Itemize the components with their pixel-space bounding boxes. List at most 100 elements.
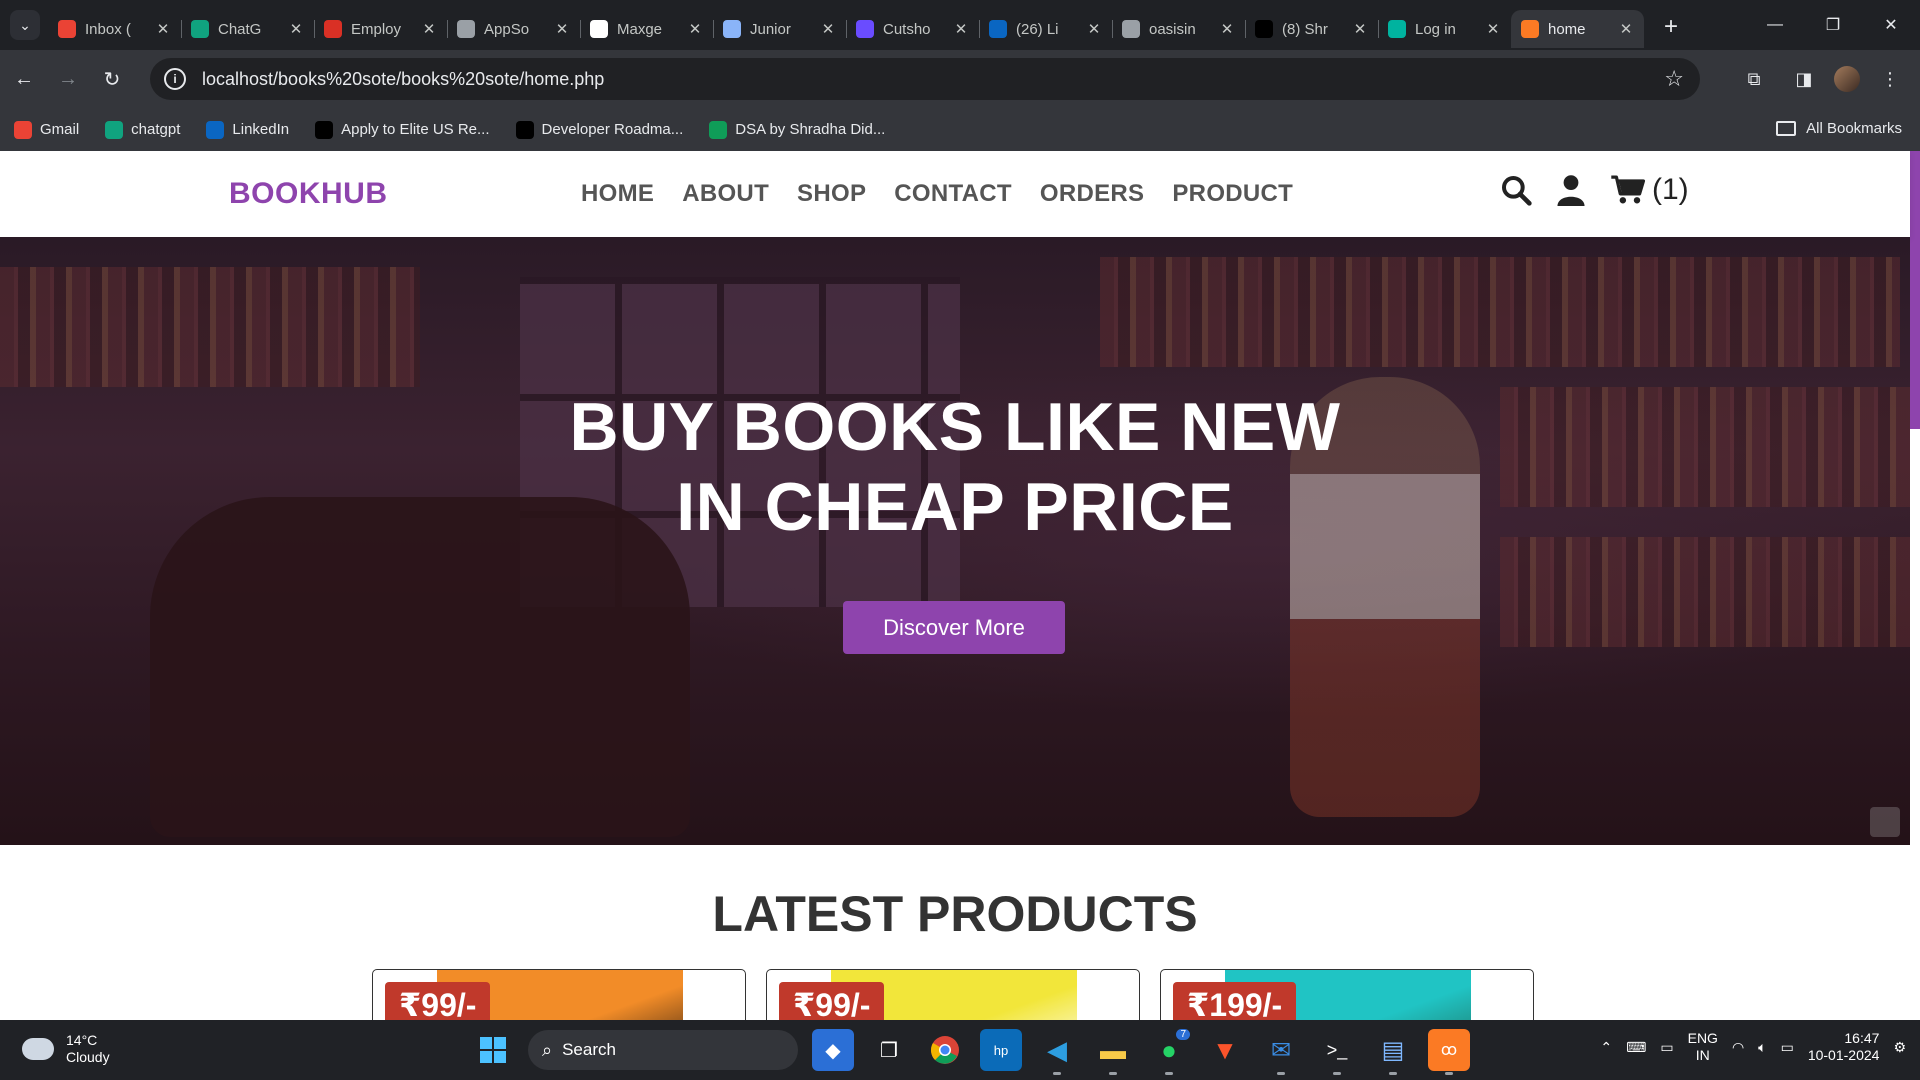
- window-controls: — ❐ ✕: [1746, 0, 1920, 50]
- bookmark-item[interactable]: LinkedIn: [206, 120, 289, 139]
- xampp-icon[interactable]: ꝏ: [1428, 1029, 1470, 1075]
- close-icon[interactable]: ✕: [155, 20, 171, 38]
- chrome-icon[interactable]: [924, 1029, 966, 1071]
- nav-contact[interactable]: CONTACT: [894, 180, 1012, 208]
- close-icon[interactable]: ✕: [288, 20, 304, 38]
- taskbar-apps: ⌕ Search ◆ ❐ hp ◀ ▬ ● 7 ▼ ✉ >_ ▤ ꝏ: [472, 1029, 1470, 1075]
- close-window-button[interactable]: ✕: [1862, 0, 1920, 50]
- browser-tab[interactable]: oasisin ✕: [1112, 10, 1245, 48]
- nav-orders[interactable]: ORDERS: [1040, 180, 1144, 208]
- bookmark-label: DSA by Shradha Did...: [735, 121, 886, 138]
- discover-more-button[interactable]: Discover More: [843, 601, 1065, 654]
- notification-icon[interactable]: ⚙: [1893, 1039, 1906, 1056]
- sheets-icon: [709, 120, 728, 139]
- close-icon[interactable]: ✕: [953, 20, 969, 38]
- tab-title: Cutsho: [883, 20, 931, 38]
- reload-icon: ↻: [103, 68, 121, 91]
- bookmark-item[interactable]: Developer Roadma...: [515, 120, 683, 139]
- browser-tab[interactable]: Inbox (✕: [48, 10, 181, 48]
- language-indicator[interactable]: ENG IN: [1688, 1030, 1718, 1064]
- browser-tab[interactable]: (8) Shr ✕: [1245, 10, 1378, 48]
- close-icon[interactable]: ✕: [1086, 20, 1102, 38]
- profile-avatar[interactable]: [1834, 66, 1860, 92]
- browser-tab[interactable]: Junior ✕: [713, 10, 846, 48]
- taskbar-search-box[interactable]: ⌕ Search: [528, 1030, 798, 1070]
- mail-icon[interactable]: ✉: [1260, 1029, 1302, 1075]
- side-panel-icon[interactable]: ◨: [1784, 59, 1824, 99]
- reload-button[interactable]: ↻: [92, 59, 132, 99]
- nav-product[interactable]: PRODUCT: [1172, 180, 1293, 208]
- wifi-icon[interactable]: ◠: [1732, 1039, 1744, 1056]
- battery-icon[interactable]: ▭: [1781, 1039, 1794, 1056]
- clock[interactable]: 16:47 10-01-2024: [1808, 1030, 1880, 1064]
- tab-list: Inbox (✕ ChatG ✕ Employ ✕ AppSo ✕ Maxge ✕ Junior ✕…: [48, 0, 1644, 50]
- browser-tab[interactable]: Cutsho ✕: [846, 10, 979, 48]
- bookmark-item[interactable]: chatgpt: [105, 120, 181, 139]
- start-button[interactable]: [472, 1029, 514, 1071]
- close-icon[interactable]: ✕: [1618, 20, 1634, 38]
- tab-search-button[interactable]: ⌄: [10, 10, 40, 40]
- browser-tab[interactable]: ChatG ✕: [181, 10, 314, 48]
- close-icon[interactable]: ✕: [687, 20, 703, 38]
- product-card[interactable]: ₹199/-: [1160, 969, 1534, 1020]
- chevron-up-icon[interactable]: ⌃: [1600, 1039, 1612, 1056]
- search-icon[interactable]: [1500, 174, 1532, 206]
- bookmark-star-icon[interactable]: ☆: [1664, 66, 1684, 92]
- address-bar[interactable]: i localhost/books%20sote/books%20sote/ho…: [150, 58, 1700, 100]
- cart-button[interactable]: (1): [1610, 173, 1689, 207]
- close-icon[interactable]: ✕: [1485, 20, 1501, 38]
- new-tab-button[interactable]: +: [1664, 13, 1678, 41]
- menu-kebab-icon[interactable]: ⋮: [1870, 59, 1910, 99]
- browser-tab[interactable]: Maxge ✕: [580, 10, 713, 48]
- whatsapp-icon[interactable]: ● 7: [1148, 1029, 1190, 1075]
- user-icon[interactable]: [1556, 174, 1586, 206]
- price-badge: ₹99/-: [779, 982, 885, 1020]
- back-button[interactable]: ←: [4, 59, 44, 99]
- minimize-button[interactable]: —: [1746, 0, 1804, 50]
- restore-button[interactable]: ❐: [1804, 0, 1862, 50]
- brave-icon[interactable]: ▼: [1204, 1029, 1246, 1071]
- keyboard-icon[interactable]: ⌨: [1626, 1039, 1646, 1056]
- close-icon[interactable]: ✕: [1219, 20, 1235, 38]
- image-tool-icon[interactable]: [1870, 807, 1900, 837]
- extensions-icon[interactable]: ⧉: [1734, 59, 1774, 99]
- bookshelf-graphic: [0, 267, 420, 387]
- close-icon[interactable]: ✕: [421, 20, 437, 38]
- task-view-icon[interactable]: ❐: [868, 1029, 910, 1071]
- x-icon: [1255, 20, 1273, 38]
- display-icon[interactable]: ▭: [1660, 1039, 1673, 1056]
- browser-tab[interactable]: AppSo ✕: [447, 10, 580, 48]
- site-logo[interactable]: BOOKHUB: [229, 177, 388, 211]
- browser-tab[interactable]: home ✕: [1511, 10, 1644, 48]
- nav-shop[interactable]: SHOP: [797, 180, 866, 208]
- vscode-icon[interactable]: ◀: [1036, 1029, 1078, 1075]
- forward-button[interactable]: →: [48, 59, 88, 99]
- all-bookmarks-button[interactable]: All Bookmarks: [1776, 120, 1902, 137]
- nav-about[interactable]: ABOUT: [682, 180, 769, 208]
- bookmark-item[interactable]: Gmail: [14, 120, 79, 139]
- product-card[interactable]: ₹99/-: [766, 969, 1140, 1020]
- close-icon[interactable]: ✕: [554, 20, 570, 38]
- browser-tab[interactable]: Log in ✕: [1378, 10, 1511, 48]
- hp-app-icon[interactable]: hp: [980, 1029, 1022, 1071]
- bookmark-label: chatgpt: [131, 121, 181, 138]
- bookmark-item[interactable]: Apply to Elite US Re...: [315, 120, 490, 139]
- page-scrollbar[interactable]: [1910, 151, 1920, 429]
- browser-tab[interactable]: (26) Li ✕: [979, 10, 1112, 48]
- bookmark-item[interactable]: DSA by Shradha Did...: [709, 120, 886, 139]
- browser-tab[interactable]: Employ ✕: [314, 10, 447, 48]
- site-info-icon[interactable]: i: [164, 68, 186, 90]
- nav-home[interactable]: HOME: [581, 180, 654, 208]
- url-text[interactable]: localhost/books%20sote/books%20sote/home…: [202, 69, 604, 90]
- product-card[interactable]: ₹99/-: [372, 969, 746, 1020]
- chatgpt-icon: [191, 20, 209, 38]
- weather-widget[interactable]: 14°C Cloudy: [22, 1032, 110, 1066]
- volume-icon[interactable]: 🔈︎: [1758, 1039, 1766, 1056]
- terminal-icon[interactable]: >_: [1316, 1029, 1358, 1075]
- file-explorer-icon[interactable]: ▬: [1092, 1029, 1134, 1075]
- copilot-icon[interactable]: ◆: [812, 1029, 854, 1071]
- close-icon[interactable]: ✕: [820, 20, 836, 38]
- cutshort-icon: [856, 20, 874, 38]
- close-icon[interactable]: ✕: [1352, 20, 1368, 38]
- notepad-icon[interactable]: ▤: [1372, 1029, 1414, 1075]
